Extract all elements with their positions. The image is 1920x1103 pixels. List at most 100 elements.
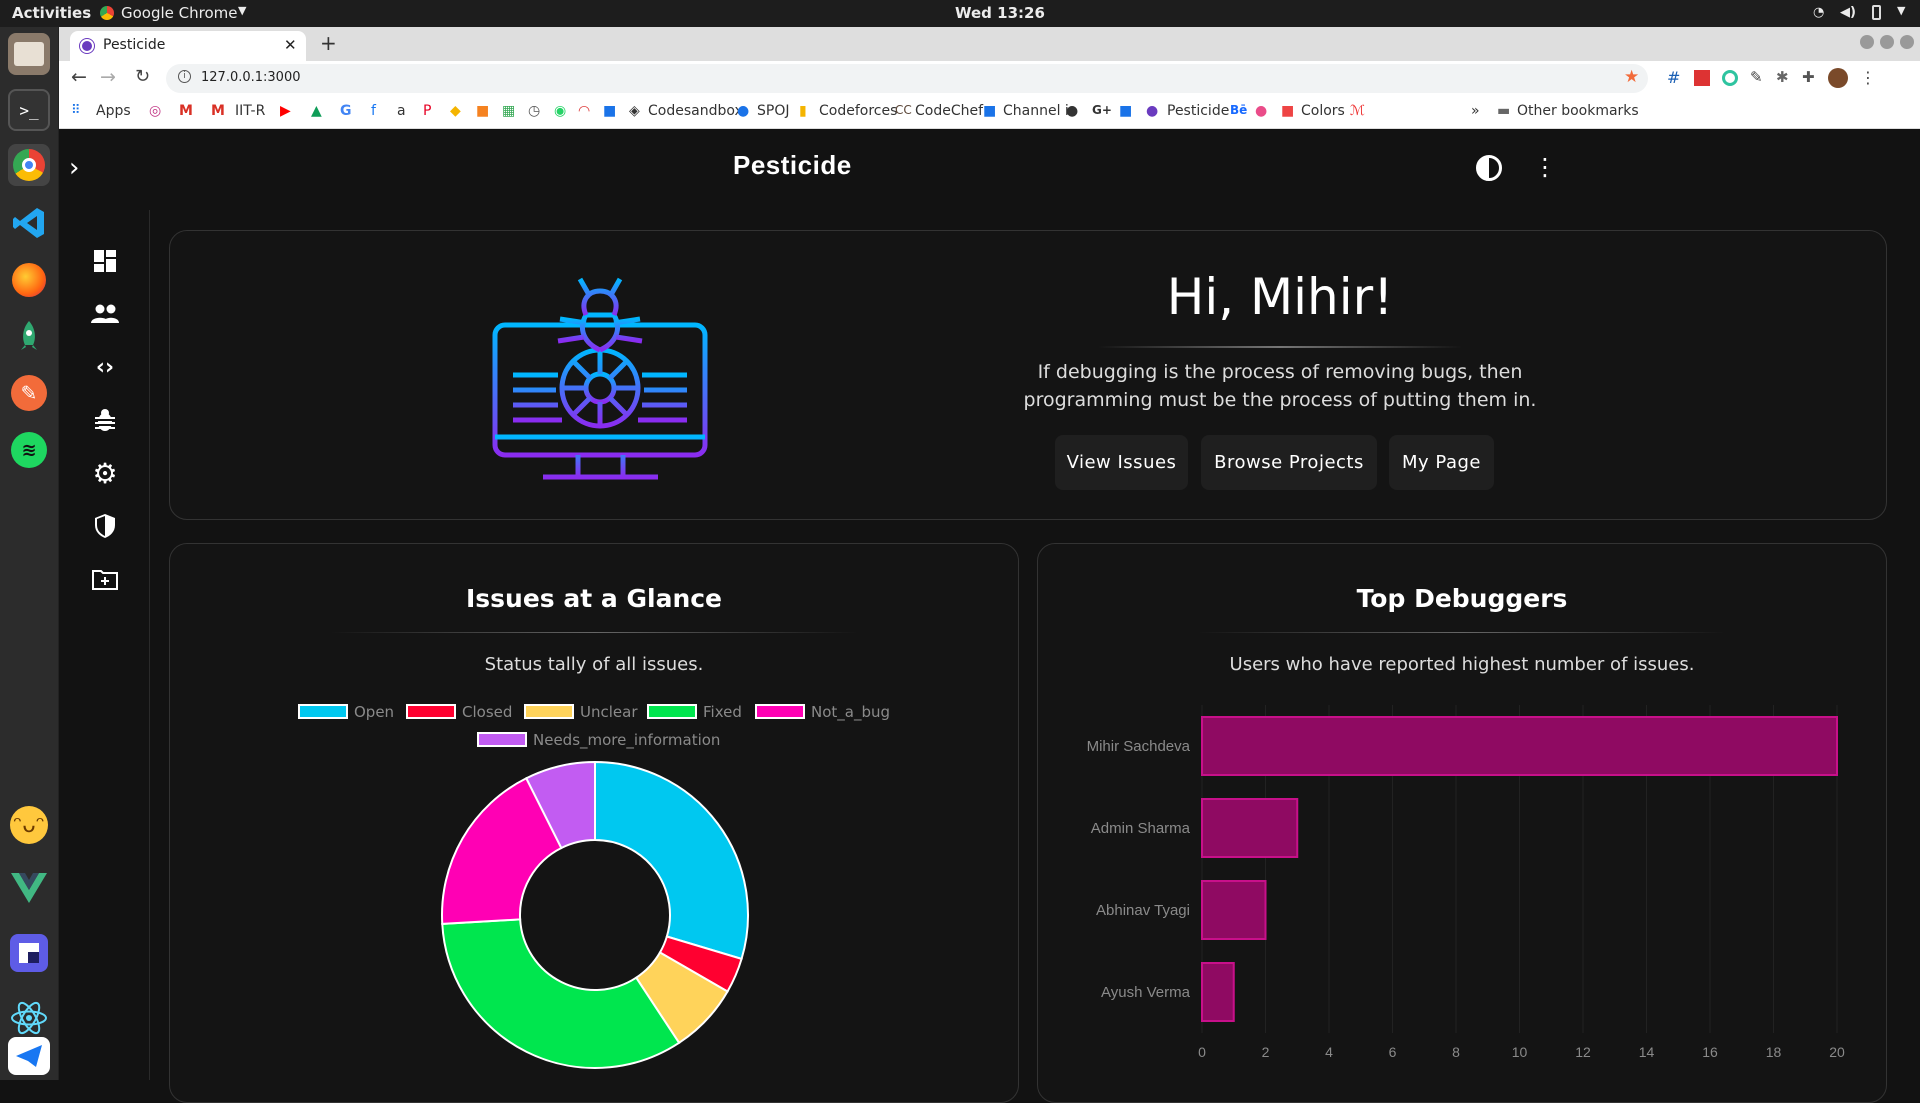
firefox-icon[interactable] <box>8 259 50 301</box>
spoj-icon[interactable]: ● <box>737 103 749 119</box>
battery-icon[interactable] <box>1872 5 1881 20</box>
emoji-icon[interactable]: ᵔᴗᵔ <box>8 804 50 846</box>
codesandbox-icon[interactable]: ◈ <box>629 103 640 119</box>
volume-icon[interactable]: ◀) <box>1840 5 1856 20</box>
browser-menu-icon[interactable]: ⋮ <box>1860 68 1876 87</box>
reload-icon[interactable]: ↻ <box>135 66 150 87</box>
pinterest-icon[interactable]: P <box>423 103 431 119</box>
keep-icon[interactable]: ◆ <box>450 103 461 119</box>
files-icon[interactable] <box>8 33 50 75</box>
google-icon[interactable]: G <box>340 103 352 119</box>
close-icon[interactable]: ✕ <box>284 36 297 54</box>
extension-pen-icon[interactable]: ✎ <box>1750 68 1763 86</box>
app-menu[interactable]: Google Chrome <box>121 4 238 22</box>
window-close-icon[interactable] <box>1900 35 1914 49</box>
extension-bug-icon[interactable]: ✱ <box>1776 68 1789 86</box>
donut-slice-open[interactable] <box>594 760 749 961</box>
bookmark-pesticide[interactable]: Pesticide <box>1167 103 1229 119</box>
bookmark-codesandbox[interactable]: Codesandbox <box>648 103 743 119</box>
react-icon[interactable] <box>8 997 50 1039</box>
extension-grammarly-icon[interactable] <box>1722 70 1738 86</box>
pesticide-bookmark-icon[interactable]: ● <box>1146 103 1158 119</box>
clock[interactable]: Wed 13:26 <box>955 4 1045 22</box>
extensions-puzzle-icon[interactable]: ✚ <box>1802 68 1815 86</box>
bookmark-colors[interactable]: Colors <box>1301 103 1345 119</box>
extension-red-icon[interactable] <box>1694 70 1710 86</box>
bar-admin-sharma[interactable] <box>1201 798 1299 858</box>
chrome-dock-icon[interactable] <box>8 144 50 186</box>
telegram-icon[interactable] <box>8 1037 50 1075</box>
forward-icon[interactable]: → <box>100 66 116 88</box>
view-issues-button[interactable]: View Issues <box>1055 435 1188 490</box>
bookmark-spoj[interactable]: SPOJ <box>757 103 789 119</box>
more-vert-icon[interactable]: ⋮ <box>1533 153 1557 181</box>
postman-icon[interactable]: ✎ <box>8 372 50 414</box>
rocket-icon[interactable] <box>8 315 50 357</box>
info-icon[interactable]: i <box>178 70 191 83</box>
github-icon[interactable]: ● <box>1066 103 1078 119</box>
instagram-icon[interactable]: ◎ <box>149 103 161 119</box>
dribbble-icon[interactable]: ● <box>1255 103 1267 119</box>
bookmark-codeforces[interactable]: Codeforces <box>819 103 897 119</box>
facebook-icon[interactable]: f <box>371 103 376 119</box>
youtube-icon[interactable]: ▶ <box>280 103 291 119</box>
activities-button[interactable]: Activities <box>12 4 91 22</box>
address-bar[interactable]: i 127.0.0.1:3000 ★ <box>166 64 1648 93</box>
gauge-icon[interactable]: ◠ <box>578 103 590 119</box>
wifi-icon[interactable]: ◔ <box>1813 5 1824 20</box>
bookmark-channel-i[interactable]: Channel i <box>1003 103 1069 119</box>
speedtest-icon[interactable]: ◷ <box>528 103 540 119</box>
expand-nav-icon[interactable]: › <box>69 153 79 183</box>
colors-icon[interactable]: ■ <box>1281 103 1294 119</box>
browse-projects-button[interactable]: Browse Projects <box>1201 435 1377 490</box>
legend-closed[interactable]: Closed <box>406 703 512 721</box>
legend-fixed[interactable]: Fixed <box>647 703 742 721</box>
new-tab-icon[interactable]: + <box>320 31 337 55</box>
minimize-icon[interactable] <box>1860 35 1874 49</box>
vscode-icon[interactable] <box>8 202 50 244</box>
bookmark-f-icon[interactable]: ■ <box>1119 103 1132 119</box>
drive-icon[interactable]: ▲ <box>311 103 322 119</box>
theme-toggle-icon[interactable] <box>1476 155 1502 181</box>
bug-icon[interactable] <box>90 405 120 435</box>
other-bookmarks[interactable]: Other bookmarks <box>1517 103 1639 119</box>
back-icon[interactable]: ← <box>71 66 87 88</box>
bar-mihir-sachdeva[interactable] <box>1201 716 1838 776</box>
settings-icon[interactable]: ⚙ <box>90 457 120 490</box>
code-icon[interactable]: ‹› <box>90 352 120 382</box>
behance-icon[interactable]: Bē <box>1230 103 1247 117</box>
gmail-iitr-icon[interactable]: M <box>211 103 225 119</box>
bookmark-iitr[interactable]: IIT-R <box>235 103 265 119</box>
spotify-icon[interactable]: ≋ <box>8 429 50 471</box>
terminal-icon[interactable]: >_ <box>8 89 50 131</box>
url-text[interactable]: 127.0.0.1:3000 <box>201 70 301 85</box>
apps-grid-icon[interactable]: ⠿ <box>71 103 81 118</box>
whatsapp-icon[interactable]: ◉ <box>554 103 566 119</box>
bookmark-blue-icon[interactable]: ■ <box>603 103 616 119</box>
bookmark-codechef[interactable]: CodeChef <box>915 103 983 119</box>
microsoft-icon[interactable]: ▦ <box>502 103 515 119</box>
gplus-icon[interactable]: G+ <box>1092 103 1112 117</box>
profile-avatar[interactable] <box>1828 68 1848 88</box>
bar-abhinav-tyagi[interactable] <box>1201 880 1267 940</box>
legend-open[interactable]: Open <box>298 703 394 721</box>
bookmark-red-icon[interactable]: ℳ <box>1350 103 1365 119</box>
more-bookmarks-icon[interactable]: » <box>1471 103 1480 119</box>
new-folder-icon[interactable] <box>90 564 120 594</box>
tab-pesticide[interactable]: Pesticide ✕ <box>70 31 306 61</box>
bookmark-orange-icon[interactable]: ■ <box>476 103 489 119</box>
maximize-icon[interactable] <box>1880 35 1894 49</box>
vue-icon[interactable] <box>8 867 50 909</box>
legend-unclear[interactable]: Unclear <box>524 703 638 721</box>
app-store-icon[interactable] <box>8 932 50 974</box>
bookmark-apps[interactable]: Apps <box>96 103 131 119</box>
codeforces-icon[interactable]: ▮ <box>799 103 807 119</box>
dashboard-icon[interactable] <box>90 246 120 276</box>
system-menu-icon[interactable]: ▼ <box>1897 4 1905 17</box>
extension-hash-icon[interactable]: # <box>1667 68 1680 87</box>
gmail-icon[interactable]: M <box>179 103 193 119</box>
my-page-button[interactable]: My Page <box>1389 435 1494 490</box>
shield-icon[interactable] <box>90 511 120 541</box>
bookmark-star-icon[interactable]: ★ <box>1624 67 1639 87</box>
amazon-icon[interactable]: a <box>397 103 406 119</box>
